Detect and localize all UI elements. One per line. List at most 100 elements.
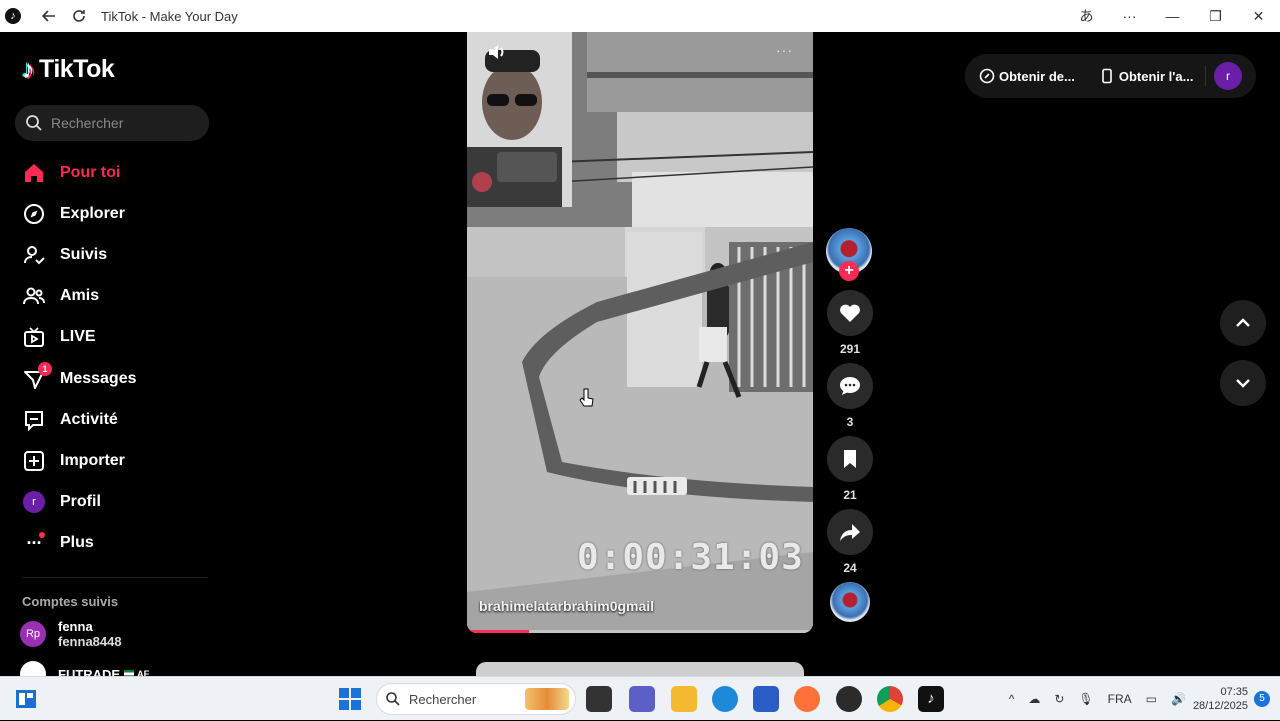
store-icon[interactable] bbox=[753, 686, 779, 712]
creator-avatar[interactable]: + bbox=[826, 228, 872, 281]
window-titlebar: ♪ TikTok - Make Your Day あ ··· — ❐ ✕ bbox=[0, 0, 1280, 32]
video-username[interactable]: brahimelatarbrahim0gmail bbox=[479, 598, 654, 614]
nav-label: Plus bbox=[60, 534, 94, 552]
more-options-icon[interactable]: ··· bbox=[1108, 0, 1151, 32]
app-icon[interactable] bbox=[836, 686, 862, 712]
edge-icon[interactable] bbox=[712, 686, 738, 712]
live-icon bbox=[22, 325, 46, 349]
comment-icon[interactable] bbox=[827, 363, 873, 409]
previous-video-button[interactable] bbox=[1220, 300, 1266, 346]
get-app-button[interactable]: Obtenir l'a... bbox=[1099, 68, 1193, 84]
volume-icon[interactable] bbox=[485, 40, 509, 64]
follow-plus-icon[interactable]: + bbox=[839, 261, 859, 281]
search-bar[interactable] bbox=[15, 105, 209, 141]
save-count: 21 bbox=[843, 488, 857, 502]
task-view-icon[interactable] bbox=[586, 686, 612, 712]
onedrive-icon[interactable]: ☁ bbox=[1028, 692, 1040, 706]
get-coins-button[interactable]: Obtenir de... bbox=[979, 68, 1075, 84]
nav-label: Importer bbox=[60, 451, 125, 469]
chrome-icon[interactable] bbox=[877, 686, 903, 712]
nav-item-following[interactable]: Suivis bbox=[0, 234, 230, 275]
more-notification-dot bbox=[39, 531, 45, 538]
nav-item-explore[interactable]: Explorer bbox=[0, 193, 230, 234]
nav-item-activity[interactable]: Activité bbox=[0, 399, 230, 440]
nav-item-more[interactable]: ··· Plus bbox=[0, 523, 230, 564]
account-handle: fenna8448 bbox=[58, 634, 122, 649]
followed-account-item[interactable]: Rp fenna fenna8448 bbox=[20, 619, 122, 649]
chevron-up-icon[interactable]: ^ bbox=[1009, 692, 1015, 706]
phone-icon bbox=[1102, 68, 1112, 84]
upload-icon bbox=[22, 449, 46, 473]
share-action[interactable]: 24 bbox=[826, 509, 874, 576]
tiktok-taskbar-icon[interactable]: ♪ bbox=[918, 686, 944, 712]
compass-icon bbox=[22, 202, 46, 226]
taskbar-search[interactable]: Rechercher bbox=[376, 683, 576, 715]
volume-icon[interactable]: 🔊 bbox=[1171, 692, 1186, 706]
comment-action[interactable]: 3 bbox=[826, 363, 874, 430]
clock[interactable]: 07:35 28/12/2025 bbox=[1193, 685, 1248, 713]
search-input[interactable] bbox=[51, 115, 191, 131]
tiktok-logo[interactable]: ♪ TikTok bbox=[22, 54, 115, 85]
friends-icon bbox=[22, 284, 46, 308]
notification-badge[interactable]: 5 bbox=[1254, 691, 1270, 707]
search-highlight-icon bbox=[525, 688, 569, 710]
network-icon[interactable]: ▭ bbox=[1146, 692, 1157, 706]
search-icon bbox=[26, 115, 42, 131]
bookmark-icon[interactable] bbox=[827, 436, 873, 482]
video-actions: + 291 3 21 24 bbox=[826, 228, 874, 622]
minimize-button[interactable]: — bbox=[1151, 0, 1194, 32]
main-nav: Pour toi Explorer Suivis Amis LIVE 1 Mes… bbox=[0, 152, 230, 564]
sidebar-divider bbox=[22, 577, 208, 578]
divider bbox=[1205, 66, 1207, 86]
next-video-preview[interactable] bbox=[476, 662, 804, 676]
share-icon[interactable] bbox=[827, 509, 873, 555]
coin-icon bbox=[979, 68, 995, 84]
sync-icon[interactable]: ↻ bbox=[1054, 692, 1064, 706]
restore-button[interactable]: ❐ bbox=[1194, 0, 1237, 32]
nav-item-profile[interactable]: r Profil bbox=[0, 482, 230, 523]
translate-icon[interactable]: あ bbox=[1065, 0, 1108, 32]
get-coins-label: Obtenir de... bbox=[999, 68, 1075, 84]
next-video-button[interactable] bbox=[1220, 360, 1266, 406]
avatar: r bbox=[23, 491, 45, 514]
windows-start-icon[interactable] bbox=[337, 686, 363, 712]
nav-label: Profil bbox=[60, 493, 101, 511]
video-more-icon[interactable]: ··· bbox=[776, 42, 793, 58]
video-progress-bar[interactable] bbox=[467, 630, 813, 633]
tiktok-note-icon: ♪ bbox=[22, 54, 35, 84]
user-avatar[interactable]: r bbox=[1214, 62, 1242, 90]
nav-item-upload[interactable]: Importer bbox=[0, 440, 230, 481]
firefox-icon[interactable] bbox=[794, 686, 820, 712]
back-icon[interactable] bbox=[35, 2, 63, 30]
mouse-cursor-icon bbox=[579, 388, 594, 407]
activity-icon bbox=[22, 408, 46, 432]
music-disc-icon[interactable] bbox=[830, 582, 870, 622]
system-tray: ^ ☁ ↻ 🎙 FRA ▭ 🔊 07:35 28/12/2025 5 bbox=[1002, 677, 1280, 721]
nav-label: LIVE bbox=[60, 328, 96, 346]
followed-accounts-title: Comptes suivis bbox=[22, 594, 119, 609]
heart-icon[interactable] bbox=[827, 290, 873, 336]
widgets-icon[interactable] bbox=[14, 687, 38, 711]
close-button[interactable]: ✕ bbox=[1237, 0, 1280, 32]
nav-label: Messages bbox=[60, 369, 137, 387]
nav-item-messages[interactable]: 1 Messages bbox=[0, 358, 230, 399]
avatar: Rp bbox=[20, 621, 46, 647]
like-action[interactable]: 291 bbox=[826, 290, 874, 357]
search-icon bbox=[386, 692, 400, 706]
nav-label: Activité bbox=[60, 410, 118, 428]
profile-avatar: r bbox=[22, 490, 46, 514]
clock-time: 07:35 bbox=[1220, 686, 1248, 698]
file-explorer-icon[interactable] bbox=[671, 686, 697, 712]
followed-account-item[interactable]: FUTRADE AE bbox=[20, 661, 150, 676]
language-indicator[interactable]: FRA bbox=[1108, 692, 1132, 706]
refresh-icon[interactable] bbox=[65, 2, 93, 30]
nav-label: Pour toi bbox=[60, 163, 121, 181]
nav-item-live[interactable]: LIVE bbox=[0, 317, 230, 358]
save-action[interactable]: 21 bbox=[826, 436, 874, 503]
taskbar: Rechercher ♪ ^ ☁ ↻ 🎙 FRA ▭ 🔊 07:35 28/12… bbox=[0, 676, 1280, 720]
video-player[interactable]: ··· 0:00:31:03 brahimelatarbrahim0gmail bbox=[467, 32, 813, 633]
teams-icon[interactable] bbox=[629, 686, 655, 712]
nav-item-for-you[interactable]: Pour toi bbox=[0, 152, 230, 193]
nav-item-friends[interactable]: Amis bbox=[0, 276, 230, 317]
microphone-icon[interactable]: 🎙 bbox=[1078, 692, 1093, 706]
